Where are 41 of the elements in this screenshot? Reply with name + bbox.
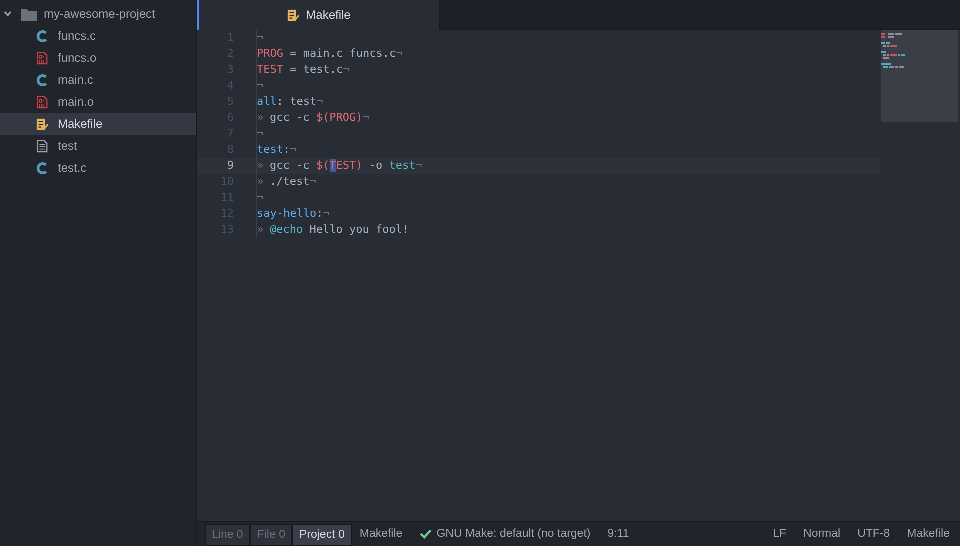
status-item[interactable]: UTF-8 <box>858 528 890 540</box>
minimap-drawing[interactable] <box>881 30 958 122</box>
find-scope-tab[interactable]: Project 0 <box>292 524 352 546</box>
file-item[interactable]: test <box>0 135 196 157</box>
code-line: TEST = test.c¬ <box>257 62 350 78</box>
binary-file-icon <box>36 96 49 108</box>
code-line: all: test¬ <box>257 94 324 110</box>
grammar-label[interactable]: Makefile <box>360 528 403 540</box>
build-status[interactable]: GNU Make: default (no target) <box>436 528 591 540</box>
code-line: » @echo Hello you fool! <box>257 222 410 238</box>
code-line: PROG = main.c funcs.c¬ <box>257 46 403 62</box>
cursor-position[interactable]: 9:11 <box>608 528 630 540</box>
code-line: test:¬ <box>257 142 297 158</box>
makefile-icon <box>287 8 300 22</box>
folder-icon <box>21 8 37 20</box>
c-file-icon <box>36 162 49 174</box>
code-line: ¬ <box>257 30 264 46</box>
file-item[interactable]: funcs.c <box>0 25 196 47</box>
file-item[interactable]: main.o <box>0 91 196 113</box>
c-file-icon <box>36 30 49 42</box>
file-item[interactable]: Makefile <box>0 113 196 135</box>
editor-tab[interactable]: Makefile <box>197 0 439 30</box>
file-item[interactable]: funcs.o <box>0 47 196 69</box>
file-item[interactable]: test.c <box>0 157 196 179</box>
code-line: say-hello:¬ <box>257 206 330 222</box>
file-item[interactable]: main.c <box>0 69 196 91</box>
code-line: ¬ <box>257 190 264 206</box>
chevron-down-icon[interactable] <box>4 10 12 18</box>
code-line: ¬ <box>257 78 264 94</box>
tree-folder[interactable]: my-awesome-project <box>0 3 196 25</box>
c-file-icon <box>36 74 49 86</box>
line-number: 9 <box>226 158 234 174</box>
text-file-icon <box>36 140 49 152</box>
status-item[interactable]: Normal <box>804 528 841 540</box>
makefile-icon <box>36 118 49 130</box>
code-line: » gcc -c $(PROG)¬ <box>257 110 370 126</box>
status-item[interactable]: Makefile <box>907 528 950 540</box>
code-line: » ./test¬ <box>257 174 316 190</box>
code-line: ¬ <box>257 126 264 142</box>
binary-file-icon <box>36 52 49 64</box>
status-item[interactable]: LF <box>773 528 787 540</box>
